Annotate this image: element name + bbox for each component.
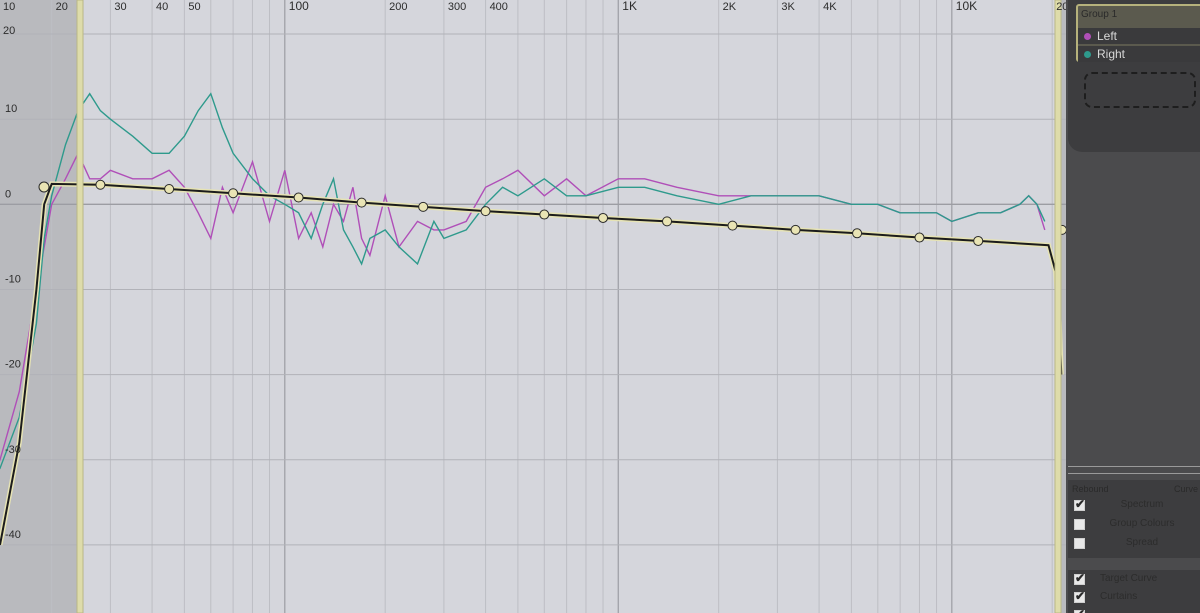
target-node bbox=[356, 197, 367, 208]
target-node bbox=[852, 228, 863, 239]
option-spread-label: Spread bbox=[1125, 537, 1159, 548]
x-tick-label: 1K bbox=[622, 0, 637, 13]
x-tick-label: 2K bbox=[723, 1, 737, 13]
x-tick-label: 300 bbox=[448, 1, 466, 13]
target-node bbox=[914, 232, 925, 243]
overlay-options-panel: Target Curve Curtains bbox=[1068, 570, 1200, 613]
target-node bbox=[293, 192, 304, 203]
option-spectrum-checkbox[interactable] bbox=[1074, 497, 1085, 511]
options-head-right: Curve bbox=[1174, 484, 1199, 494]
channel-right[interactable]: Right bbox=[1078, 46, 1200, 62]
target-node bbox=[95, 179, 106, 190]
low-cut-handle[interactable] bbox=[76, 0, 84, 613]
option-extra[interactable] bbox=[1068, 607, 1200, 613]
channel-left[interactable]: Left bbox=[1078, 28, 1200, 44]
target-node bbox=[790, 224, 801, 235]
divider bbox=[1068, 473, 1200, 474]
target-node bbox=[418, 201, 429, 212]
target-node bbox=[727, 220, 738, 231]
low-curtain bbox=[0, 0, 80, 613]
target-node bbox=[228, 188, 239, 199]
option-target-curve-label: Target Curve bbox=[1100, 573, 1158, 584]
option-target-curve[interactable]: Target Curve bbox=[1068, 571, 1200, 589]
option-curtains-label: Curtains bbox=[1100, 591, 1138, 602]
x-tick-label: 20 bbox=[56, 1, 68, 13]
target-node bbox=[598, 212, 609, 223]
group-box[interactable]: Group 1 Left Right bbox=[1076, 4, 1200, 62]
channel-right-dot bbox=[1084, 51, 1091, 58]
y-tick-label: -20 bbox=[5, 359, 21, 371]
option-target-curve-checkbox[interactable] bbox=[1074, 571, 1085, 585]
y-tick-label: -10 bbox=[5, 273, 21, 285]
drop-zone[interactable] bbox=[1084, 72, 1196, 108]
options-head-left: Rebound bbox=[1072, 484, 1109, 494]
x-tick-label: 100 bbox=[289, 0, 309, 13]
high-cut-handle[interactable] bbox=[1054, 0, 1062, 613]
x-tick-label: 200 bbox=[389, 1, 407, 13]
option-group-colours-label: Group Colours bbox=[1109, 518, 1175, 529]
target-node bbox=[973, 235, 984, 246]
option-curtains[interactable]: Curtains bbox=[1068, 589, 1200, 607]
option-spread-checkbox[interactable] bbox=[1074, 538, 1085, 549]
plot-background bbox=[0, 0, 1066, 613]
channel-right-label: Right bbox=[1097, 47, 1126, 61]
display-options-panel: Rebound Curve Spectrum Group Colours Spr… bbox=[1068, 480, 1200, 558]
sidebar: Group 1 Left Right Rebound Curve Spectru… bbox=[1066, 0, 1200, 613]
y-tick-label: 10 bbox=[5, 103, 17, 115]
target-node bbox=[480, 206, 491, 217]
channel-left-dot bbox=[1084, 33, 1091, 40]
plot-canvas[interactable]: 203040501002003004001K2K3K4K10K20K 100-1… bbox=[0, 0, 1066, 613]
x-tick-label: 4K bbox=[823, 1, 837, 13]
x-tick-label: 400 bbox=[490, 1, 508, 13]
y-tick-label: 0 bbox=[5, 188, 11, 200]
x-tick-label: 30 bbox=[114, 1, 126, 13]
x-tick-label: 10K bbox=[956, 0, 977, 13]
option-group-colours[interactable]: Group Colours bbox=[1068, 516, 1200, 534]
top-left-label: 10 bbox=[3, 1, 15, 13]
gain-handle[interactable] bbox=[38, 181, 50, 193]
y-tick-label: -40 bbox=[5, 529, 21, 541]
option-group-colours-checkbox[interactable] bbox=[1074, 519, 1085, 530]
option-spectrum[interactable]: Spectrum bbox=[1068, 497, 1200, 515]
x-tick-label: 50 bbox=[188, 1, 200, 13]
divider bbox=[1068, 466, 1200, 467]
x-tick-label: 20K bbox=[1056, 1, 1066, 13]
y-top-label: 20 bbox=[3, 25, 15, 37]
target-node bbox=[164, 184, 175, 195]
x-tick-label: 40 bbox=[156, 1, 168, 13]
target-node bbox=[539, 209, 550, 220]
channel-left-label: Left bbox=[1097, 29, 1118, 43]
option-spread[interactable]: Spread bbox=[1068, 535, 1200, 553]
target-node bbox=[662, 216, 673, 227]
group-title: Group 1 bbox=[1081, 9, 1118, 20]
frequency-response-plot[interactable]: 203040501002003004001K2K3K4K10K20K 100-1… bbox=[0, 0, 1066, 613]
x-tick-label: 3K bbox=[781, 1, 795, 13]
option-curtains-checkbox[interactable] bbox=[1074, 589, 1085, 603]
y-tick-label: -30 bbox=[5, 444, 21, 456]
option-spectrum-label: Spectrum bbox=[1120, 499, 1164, 510]
group-panel: Group 1 Left Right bbox=[1068, 0, 1200, 152]
